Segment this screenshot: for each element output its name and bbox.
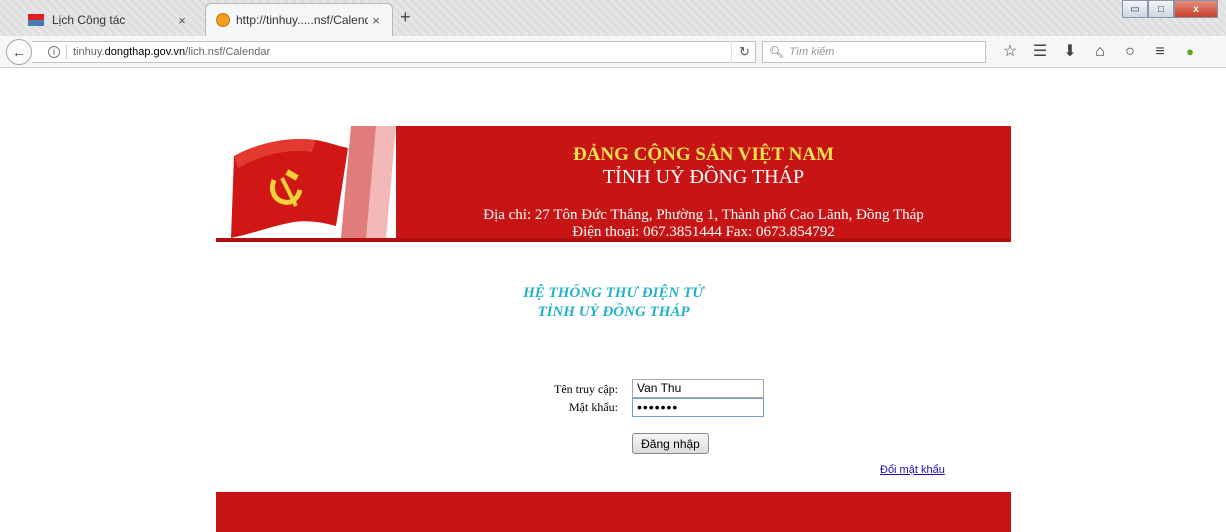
addon-status-icon[interactable]: ● (1175, 43, 1205, 61)
home-icon[interactable]: ⌂ (1085, 43, 1115, 61)
reload-button[interactable]: ↻ (731, 41, 757, 63)
globe-favicon-icon (216, 13, 230, 27)
banner-divider (216, 238, 1011, 242)
chat-bubble-icon[interactable]: ○ (1115, 43, 1145, 61)
username-input[interactable]: Van Thu (632, 379, 764, 398)
bookmark-star-icon[interactable]: ☆ (995, 43, 1025, 61)
party-flag-icon (231, 126, 396, 238)
menu-icon[interactable]: ≡ (1145, 43, 1175, 61)
tab-label: Lịch Công tác (52, 13, 126, 27)
change-password-link[interactable]: Đổi mật khẩu (880, 464, 945, 476)
tab-lich-cong-tac[interactable]: Lịch Công tác × (20, 4, 198, 36)
system-title: HỆ THỐNG THƯ ĐIỆN TỬ TỈNH UỶ ĐỒNG THÁP (216, 284, 1011, 322)
address-text: Địa chỉ: 27 Tôn Đức Thắng, Phường 1, Thà… (483, 207, 924, 223)
banner-text: ĐẢNG CỘNG SẢN VIỆT NAM TỈNH UỶ ĐỒNG THÁP… (396, 126, 1011, 242)
arrow-left-icon: ← (12, 44, 26, 60)
search-input[interactable]: 🔍︎ Tìm kiếm (762, 41, 986, 63)
minimize-button[interactable]: ▭ (1122, 0, 1148, 18)
username-label: Tên truy cập: (554, 382, 618, 396)
login-button[interactable]: Đăng nhập (632, 433, 709, 454)
navigation-toolbar: ← i tinhuy. dongthap.gov.vn /lich.nsf/Ca… (0, 36, 1226, 68)
toolbar-icons: ☆ ☰ ⬇ ⌂ ○ ≡ ● (995, 43, 1205, 61)
close-window-button[interactable]: x (1174, 0, 1218, 18)
url-path: /lich.nsf/Calendar (185, 46, 271, 58)
browser-titlebar: Lịch Công tác × http://tinhuy.....nsf/Ca… (0, 0, 1226, 36)
download-icon[interactable]: ⬇ (1055, 43, 1085, 61)
tab-calendar[interactable]: http://tinhuy.....nsf/Calendar × (205, 3, 393, 36)
login-form: Tên truy cập: Van Thu Mật khẩu: ••••••• … (0, 379, 1226, 459)
tab-label: http://tinhuy.....nsf/Calendar (236, 13, 368, 27)
close-icon[interactable]: × (368, 13, 384, 28)
header-banner: ĐẢNG CỘNG SẢN VIỆT NAM TỈNH UỶ ĐỒNG THÁP… (216, 126, 1011, 242)
reading-list-icon[interactable]: ☰ (1025, 43, 1055, 61)
window-controls: ▭ □ x (1122, 0, 1218, 18)
separator (66, 45, 67, 59)
party-flag-logo (216, 126, 396, 238)
new-tab-button[interactable]: + (400, 8, 411, 26)
search-icon: 🔍︎ (769, 45, 785, 59)
info-icon[interactable]: i (48, 46, 60, 58)
party-name: ĐẢNG CỘNG SẢN VIỆT NAM (572, 144, 835, 165)
address-bar[interactable]: i tinhuy. dongthap.gov.vn /lich.nsf/Cale… (32, 41, 756, 63)
province-name: TỈNH UỶ ĐỒNG THÁP (602, 166, 805, 188)
footer-bar (216, 492, 1011, 532)
url-prefix: tinhuy. (73, 46, 105, 58)
password-input[interactable]: ••••••• (632, 398, 764, 417)
password-label: Mật khẩu: (569, 400, 618, 414)
url-domain: dongthap.gov.vn (104, 46, 186, 58)
back-button[interactable]: ← (6, 39, 32, 65)
flag-favicon-icon (28, 12, 44, 28)
maximize-button[interactable]: □ (1148, 0, 1174, 18)
reload-icon: ↻ (739, 44, 750, 59)
search-placeholder: Tìm kiếm (789, 46, 835, 58)
system-title-line2: TỈNH UỶ ĐỒNG THÁP (537, 304, 690, 320)
close-icon[interactable]: × (174, 13, 190, 28)
system-title-line1: HỆ THỐNG THƯ ĐIỆN TỬ (523, 285, 704, 301)
